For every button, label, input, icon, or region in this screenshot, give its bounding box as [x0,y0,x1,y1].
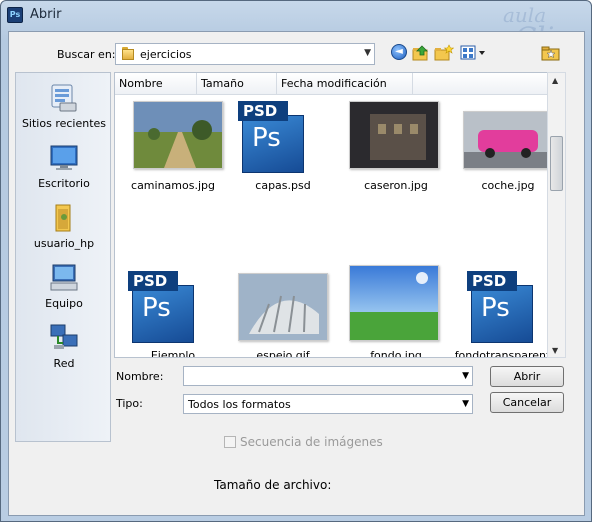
place-label-computer: Equipo [45,297,83,310]
psd-badge: PSD [238,101,288,121]
psd-badge: PSD [128,271,178,291]
file-name: caminamos.jpg [131,179,215,192]
scroll-up-icon[interactable]: ▲ [552,76,558,85]
favorite-folder-button[interactable] [541,42,561,61]
image-sequence-label: Secuencia de imágenes [240,435,383,449]
file-list[interactable]: Nombre Tamaño Fecha modificación caminam… [114,72,566,358]
file-name: fondo.jpg [370,349,422,358]
filename-label: Nombre: [116,370,164,383]
desktop-icon [50,145,78,170]
favorite-folder-icon [541,46,560,61]
column-name[interactable]: Nombre [115,73,197,95]
window-title: Abrir [30,7,62,22]
thumbnail-building [238,273,328,341]
file-name: espejo.gif [256,349,310,358]
file-size-label: Tamaño de archivo: [214,478,332,492]
place-network[interactable]: Red [16,319,112,379]
thumbnail-landscape [349,265,439,341]
filename-input[interactable]: ▼ [183,366,473,386]
network-icon [50,324,78,349]
new-folder-icon [434,44,455,61]
back-button[interactable]: ◄ [391,44,409,62]
lookin-label: Buscar en: [57,48,116,61]
place-label-recent: Sitios recientes [21,117,107,130]
place-label-desktop: Escritorio [38,177,90,190]
open-dialog: Ps Abrir aula Clic Buscar en: ejercicios… [0,0,592,522]
file-item[interactable]: fondo.jpg [341,265,451,358]
filetype-select[interactable]: Todos los formatos ▼ [183,394,473,414]
chevron-down-icon[interactable]: ▼ [462,399,469,409]
view-menu-icon [460,45,485,60]
place-computer[interactable]: Equipo [16,259,112,319]
dialog-body: Buscar en: ejercicios ▼ ◄ Sitios recient… [8,31,585,516]
file-name: Ejemplo [150,349,196,358]
new-folder-button[interactable] [434,44,455,62]
file-item[interactable]: PSD Ps Ejemplo [118,271,228,358]
lookin-dropdown[interactable]: ejercicios ▼ [115,43,375,65]
psd-file-icon: PSD Ps [238,101,304,173]
computer-icon [50,264,78,291]
thumbnail-house [349,101,439,169]
chevron-down-icon[interactable]: ▼ [364,48,371,58]
filetype-value: Todos los formatos [188,398,291,411]
ps-label: Ps [481,293,510,323]
psd-badge: PSD [467,271,517,291]
place-label-user: usuario_hp [33,237,95,250]
file-name: capas.psd [255,179,311,192]
chevron-down-icon[interactable]: ▼ [462,371,469,381]
scroll-down-icon[interactable]: ▼ [552,346,558,355]
column-date-modified[interactable]: Fecha modificación [277,73,413,95]
lookin-value: ejercicios [140,48,192,61]
recent-places-icon [51,84,77,112]
column-header: Nombre Tamaño Fecha modificación [115,73,565,95]
open-button[interactable]: Abrir [490,366,564,387]
place-label-network: Red [53,357,75,370]
up-folder-icon [412,45,428,61]
checkbox-box[interactable] [224,436,236,448]
place-desktop[interactable]: Escritorio [16,139,112,199]
psd-file-icon: PSD Ps [467,271,533,343]
view-menu-button[interactable] [460,44,490,62]
ps-label: Ps [252,123,281,153]
scroll-thumb[interactable] [550,136,563,191]
ps-label: Ps [142,293,171,323]
psd-file-icon: PSD Ps [128,271,194,343]
file-item[interactable]: espejo.gif [228,271,338,358]
file-name: caseron.jpg [364,179,428,192]
up-folder-button[interactable] [412,44,430,62]
cancel-button[interactable]: Cancelar [490,392,564,413]
folder-icon [122,47,136,61]
vertical-scrollbar[interactable]: ▲ ▼ [547,72,566,358]
thumbnail-car [463,111,553,169]
file-item[interactable]: caminamos.jpg [118,101,228,211]
filetype-label: Tipo: [116,397,143,410]
file-item[interactable]: PSD Ps capas.psd [228,101,338,211]
thumbnail-road [133,101,223,169]
back-arrow-icon: ◄ [391,44,407,60]
user-folder-icon [55,204,71,232]
column-size[interactable]: Tamaño [197,73,277,95]
place-user[interactable]: usuario_hp [16,199,112,259]
places-bar: Sitios recientes Escritorio usuario_hp E… [15,72,111,442]
title-bar[interactable]: Ps Abrir aula Clic [1,1,591,54]
place-recent[interactable]: Sitios recientes [16,79,112,139]
file-item[interactable]: caseron.jpg [341,101,451,211]
photoshop-app-icon: Ps [7,7,23,23]
